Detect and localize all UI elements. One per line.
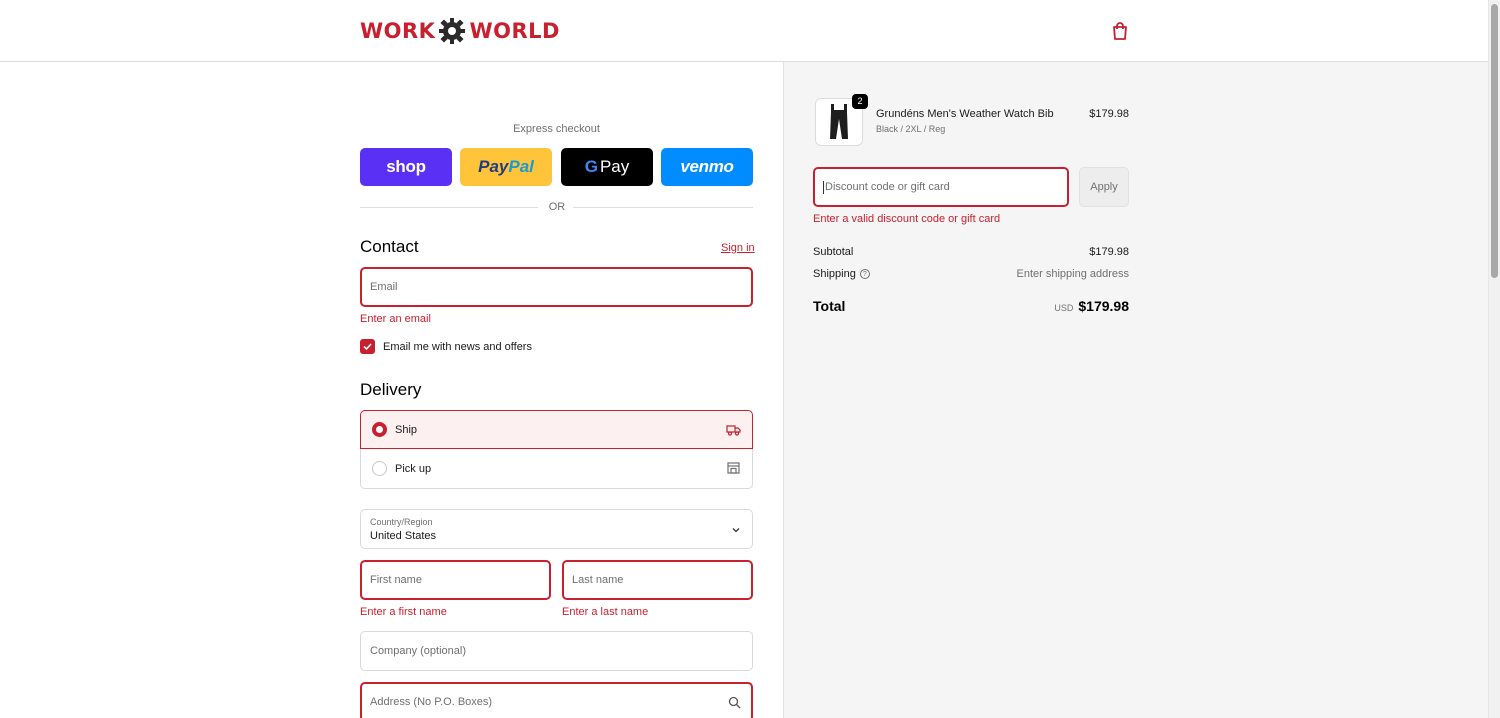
shop-pay-label: shop [386,157,426,176]
product-name: Grundéns Men's Weather Watch Bib [876,108,1054,120]
total-row: Total USD $179.98 [813,298,1129,314]
newsletter-checkbox-row[interactable]: Email me with news and offers [360,339,532,354]
order-summary-panel [783,62,1488,718]
product-variant: Black / 2XL / Reg [876,124,946,134]
or-label: OR [548,201,566,213]
text-cursor [823,180,824,194]
discount-code-field[interactable]: Discount code or gift card [813,167,1069,207]
newsletter-label: Email me with news and offers [383,340,532,353]
address-field[interactable]: Address (No P.O. Boxes) [360,682,753,718]
contact-title: Contact [360,237,419,256]
pickup-label: Pick up [395,462,432,475]
first-name-error: Enter a first name [360,606,447,618]
site-header: WORK WORLD [0,0,1488,62]
paypal-button[interactable]: Pay Pal [460,148,552,186]
page-scrollbar[interactable] [1488,0,1500,718]
store-icon [727,462,740,474]
country-value: United States [370,530,437,542]
product-price: $179.98 [1089,108,1129,120]
gear-icon [439,18,466,44]
first-name-field[interactable]: First name [360,560,551,600]
work-world-logo[interactable]: WORK WORLD [360,16,560,46]
pickup-radio[interactable] [372,461,387,476]
paypal-label-pay: Pay [478,157,509,176]
first-name-placeholder: First name [370,574,422,586]
scrollbar-thumb[interactable] [1491,4,1498,278]
shopping-bag-icon[interactable] [1110,20,1130,42]
apply-discount-button[interactable]: Apply [1079,167,1129,207]
sign-in-link[interactable]: Sign in [721,242,755,254]
or-divider: OR [360,201,753,215]
google-g-icon: G [584,157,598,176]
paypal-label-pal: Pal [508,157,534,176]
total-currency: USD [1054,303,1074,313]
subtotal-value: $179.98 [1089,246,1129,258]
shipping-row: Shipping? Enter shipping address [813,268,1129,280]
subtotal-label: Subtotal [813,246,854,258]
shop-pay-button[interactable]: shop [360,148,452,186]
total-value: $179.98 [1078,298,1129,314]
country-label: Country/Region [370,517,433,527]
email-field[interactable]: Email [360,267,753,307]
delivery-title: Delivery [360,380,422,399]
google-pay-button[interactable]: G Pay [561,148,653,186]
delivery-option-ship[interactable]: Ship [360,410,753,449]
delivery-method-group: Ship Pick up [360,410,753,489]
delivery-option-pickup[interactable]: Pick up [360,449,753,489]
total-label: Total [813,298,846,314]
ship-radio[interactable] [372,422,387,437]
express-checkout-title: Express checkout [513,123,600,135]
chevron-down-icon [732,528,740,533]
google-pay-label: Pay [599,157,630,176]
email-error: Enter an email [360,313,431,325]
logo-text-left: WORK [360,19,436,43]
search-icon [728,696,741,709]
last-name-field[interactable]: Last name [562,560,753,600]
logo-text-right: WORLD [469,19,560,43]
address-placeholder: Address (No P.O. Boxes) [370,696,493,708]
divider-line-left [360,207,538,208]
email-placeholder: Email [370,281,398,293]
discount-placeholder: Discount code or gift card [825,181,950,193]
quantity-badge: 2 [852,94,868,109]
last-name-error: Enter a last name [562,606,649,618]
venmo-button[interactable]: venmo [661,148,753,186]
company-placeholder: Company (optional) [370,645,466,657]
checkmark-icon [363,343,372,351]
ship-label: Ship [395,423,418,436]
newsletter-checkbox[interactable] [360,339,375,354]
company-field[interactable]: Company (optional) [360,631,753,671]
venmo-label: venmo [680,157,734,176]
divider-line-right [573,207,753,208]
subtotal-row: Subtotal $179.98 [813,246,1129,258]
last-name-placeholder: Last name [572,574,624,586]
truck-icon [726,425,741,436]
shipping-label: Shipping [813,268,856,280]
discount-error: Enter a valid discount code or gift card [813,213,1001,225]
country-select[interactable]: Country/Region United States [360,509,753,549]
help-circle-icon[interactable]: ? [859,269,870,280]
shipping-value: Enter shipping address [1016,268,1129,280]
